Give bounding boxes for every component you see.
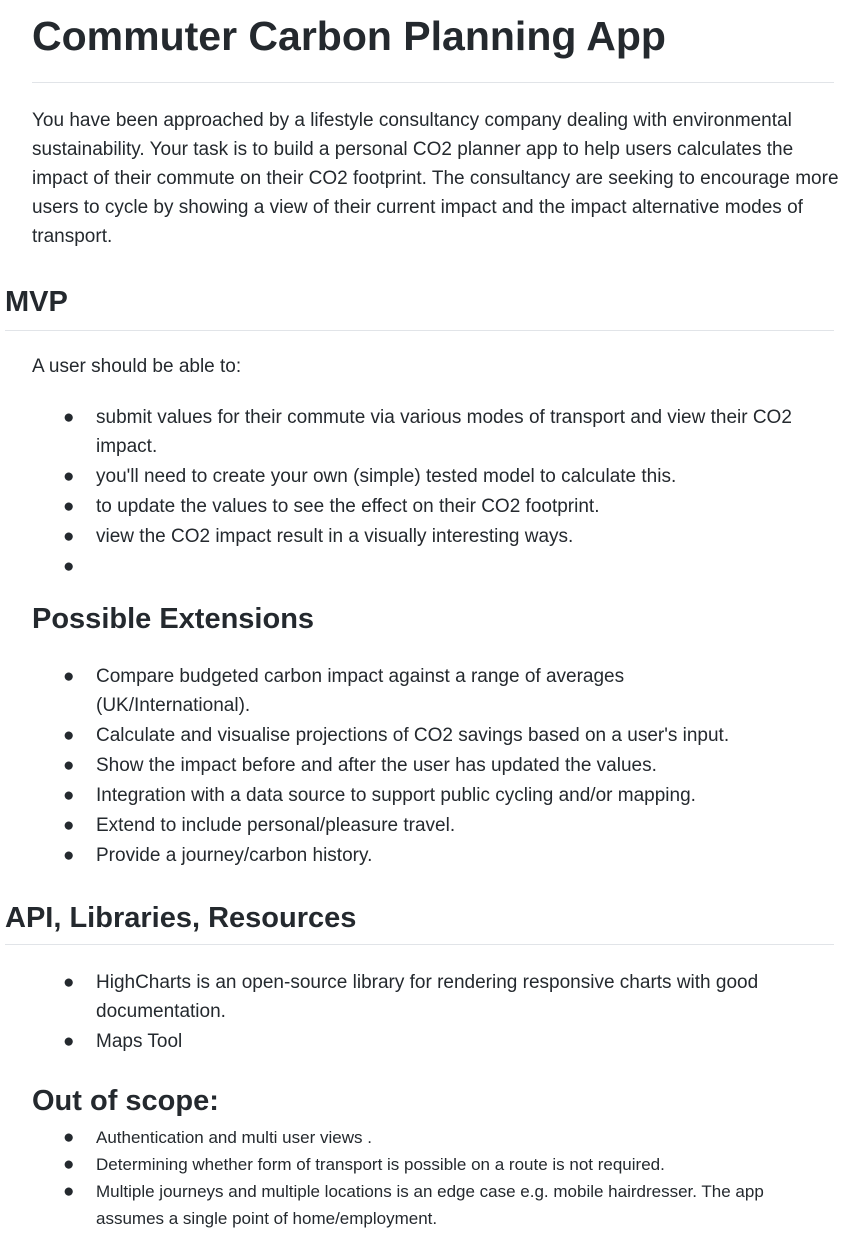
resources-divider <box>5 944 834 945</box>
list-item: ● Extend to include personal/pleasure tra… <box>32 811 832 840</box>
intro-paragraph: You have been approached by a lifestyle … <box>32 110 839 247</box>
list-item-text: Multiple journeys and multiple locations… <box>96 1182 764 1228</box>
list-item: ● Integration with a data source to suppo… <box>32 781 832 810</box>
mvp-heading: MVP <box>5 286 68 318</box>
title-divider <box>32 82 834 83</box>
readme-document: Commuter Carbon Planning App You have be… <box>0 0 850 1250</box>
list-item-text: Show the impact before and after the use… <box>96 755 657 776</box>
list-item-text: Maps Tool <box>96 1031 183 1052</box>
bullet-icon: ● <box>63 725 75 746</box>
list-item-text: Authentication and multi user views . <box>96 1128 372 1147</box>
bullet-icon: ● <box>63 1154 75 1175</box>
list-item: ● to update the values to see the effect … <box>32 492 832 521</box>
bullet-icon: ● <box>63 526 75 547</box>
mvp-divider <box>5 330 834 331</box>
bullet-icon: ● <box>63 407 75 428</box>
list-item: ● Maps Tool <box>32 1027 832 1056</box>
page-title: Commuter Carbon Planning App <box>32 13 666 59</box>
bullet-icon: ● <box>63 972 75 993</box>
bullet-icon: ● <box>63 785 75 806</box>
list-item-text: Determining whether form of transport is… <box>96 1155 665 1174</box>
list-item: ● Show the impact before and after the us… <box>32 751 832 780</box>
list-item: ● Multiple journeys and multiple location… <box>32 1178 832 1232</box>
list-item: ● Compare budgeted carbon impact against … <box>32 662 832 720</box>
list-item-text: HighCharts is an open-source library for… <box>96 972 759 1022</box>
bullet-icon: ● <box>63 815 75 836</box>
bullet-icon: ● <box>63 1181 75 1202</box>
list-item: ● Calculate and visualise projections of … <box>32 721 832 750</box>
list-item: ● submit values for their commute via var… <box>32 403 832 461</box>
list-item-text: submit values for their commute via vari… <box>96 407 792 457</box>
list-item: ● Authentication and multi user views . <box>32 1124 832 1151</box>
resources-heading: API, Libraries, Resources <box>5 902 357 934</box>
list-item-text: Compare budgeted carbon impact against a… <box>96 666 625 716</box>
mvp-lead: A user should be able to: <box>32 356 242 377</box>
bullet-icon: ● <box>63 496 75 517</box>
list-item: ● Provide a journey/carbon history. <box>32 841 832 870</box>
list-item: ● Determining whether form of transport i… <box>32 1151 832 1178</box>
list-item: ● view the CO2 impact result in a visuall… <box>32 522 832 551</box>
list-item-text: Extend to include personal/pleasure trav… <box>96 815 456 836</box>
mvp-list: ● submit values for their commute via var… <box>32 403 832 582</box>
list-item-text: view the CO2 impact result in a visually… <box>96 526 574 547</box>
extensions-list: ● Compare budgeted carbon impact against … <box>32 662 832 871</box>
list-item-text: you'll need to create your own (simple) … <box>96 466 677 487</box>
bullet-icon: ● <box>63 1031 75 1052</box>
bullet-icon: ● <box>63 1127 75 1148</box>
out-of-scope-list: ● Authentication and multi user views . ●… <box>32 1124 832 1232</box>
list-item: ● HighCharts is an open-source library fo… <box>32 968 832 1026</box>
bullet-icon: ● <box>63 666 75 687</box>
list-item-text: Provide a journey/carbon history. <box>96 845 373 866</box>
list-item-text: to update the values to see the effect o… <box>96 496 600 517</box>
extensions-heading: Possible Extensions <box>32 603 315 635</box>
list-item: ● <box>32 552 832 581</box>
list-item-text: Calculate and visualise projections of C… <box>96 725 730 746</box>
bullet-icon: ● <box>63 556 75 577</box>
resources-list: ● HighCharts is an open-source library fo… <box>32 968 832 1057</box>
list-item: ● you'll need to create your own (simple)… <box>32 462 832 491</box>
bullet-icon: ● <box>63 755 75 776</box>
list-item-text: Integration with a data source to suppor… <box>96 785 696 806</box>
bullet-icon: ● <box>63 466 75 487</box>
bullet-icon: ● <box>63 845 75 866</box>
out-of-scope-heading: Out of scope: <box>32 1085 219 1117</box>
